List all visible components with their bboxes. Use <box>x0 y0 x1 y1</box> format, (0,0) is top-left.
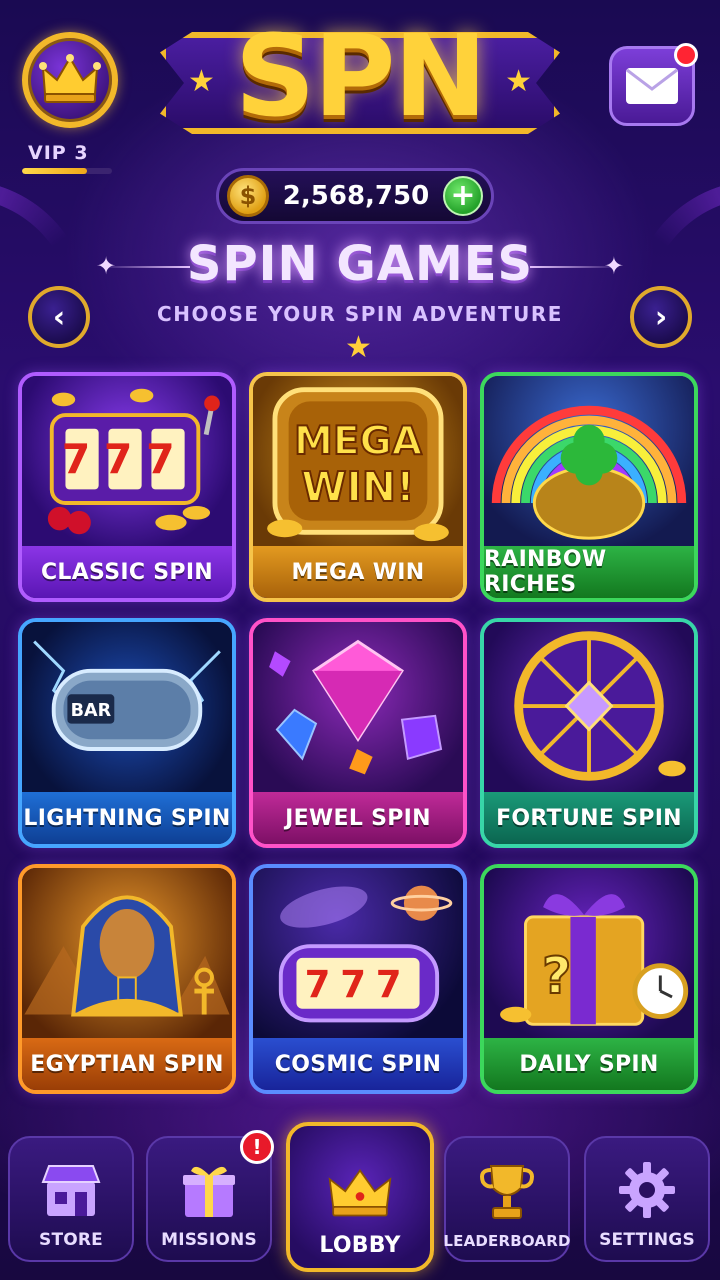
pharaoh-art <box>22 868 232 1038</box>
coin-balance: $ 2,568,750 + <box>216 168 494 224</box>
nav-leaderboard[interactable]: LEADERBOARD <box>443 1136 571 1262</box>
store-icon <box>39 1160 103 1220</box>
game-card-jewel-spin[interactable]: JEWEL SPIN <box>249 618 467 848</box>
nav-label: SETTINGS <box>599 1230 695 1250</box>
rainbow-pot-art <box>484 376 694 546</box>
prev-page-button[interactable]: ‹ <box>28 286 90 348</box>
envelope-icon <box>626 68 678 104</box>
game-card-label: RAINBOW RICHES <box>484 546 694 598</box>
jester-crown-icon[interactable] <box>22 32 118 128</box>
mail-notification-dot <box>674 43 698 67</box>
game-card-cosmic-spin[interactable]: 777 COSMIC SPIN <box>249 864 467 1094</box>
nav-label: STORE <box>39 1230 103 1250</box>
logo-text: SPN <box>234 12 487 142</box>
next-page-button[interactable]: › <box>630 286 692 348</box>
win-text: WIN! <box>301 463 415 511</box>
game-grid: 777 CLASSIC SPIN MEGA WIN! MEGA WIN RAIN… <box>18 372 698 1094</box>
game-card-label: DAILY SPIN <box>484 1038 694 1090</box>
reel-text: 777 <box>62 436 189 484</box>
game-card-label: LIGHTNING SPIN <box>22 792 232 844</box>
trophy-icon <box>475 1162 539 1222</box>
vip-progress-fill <box>22 168 87 174</box>
nav-settings[interactable]: SETTINGS <box>584 1136 710 1262</box>
game-card-mega-win[interactable]: MEGA WIN! MEGA WIN <box>249 372 467 602</box>
vip-progress-bar <box>22 168 112 174</box>
coin-amount: 2,568,750 <box>282 181 430 211</box>
nav-lobby[interactable]: LOBBY <box>286 1122 434 1272</box>
gear-icon <box>615 1160 679 1220</box>
game-card-fortune-spin[interactable]: FORTUNE SPIN <box>480 618 698 848</box>
missions-alert-badge: ! <box>240 1130 274 1164</box>
mega-win-art: MEGA WIN! <box>253 376 463 546</box>
nav-label: LEADERBOARD <box>443 1232 571 1250</box>
game-card-egyptian-spin[interactable]: EGYPTIAN SPIN <box>18 864 236 1094</box>
game-card-label: MEGA WIN <box>253 546 463 598</box>
game-card-label: JEWEL SPIN <box>253 792 463 844</box>
cosmic-reel-art: 777 <box>253 868 463 1038</box>
coin-icon: $ <box>227 175 269 217</box>
nav-store[interactable]: STORE <box>8 1136 134 1262</box>
game-card-label: FORTUNE SPIN <box>484 792 694 844</box>
slot-machine-art: 777 <box>22 376 232 546</box>
question-mark: ? <box>542 946 571 1005</box>
game-card-classic-spin[interactable]: 777 CLASSIC SPIN <box>18 372 236 602</box>
game-card-daily-spin[interactable]: ? DAILY SPIN <box>480 864 698 1094</box>
section-title: SPIN GAMES <box>186 236 534 292</box>
nav-label: MISSIONS <box>161 1230 257 1250</box>
reel-text: 777 <box>305 963 412 1006</box>
game-card-label: EGYPTIAN SPIN <box>22 1038 232 1090</box>
mega-text: MEGA <box>294 419 423 464</box>
game-card-label: COSMIC SPIN <box>253 1038 463 1090</box>
vip-level-label: VIP 3 <box>28 142 89 164</box>
mail-button[interactable] <box>609 43 698 126</box>
nav-label: LOBBY <box>319 1233 401 1258</box>
game-card-label: CLASSIC SPIN <box>22 546 232 598</box>
vip-status[interactable]: VIP 3 <box>22 32 120 174</box>
reel-text: BAR <box>71 701 112 721</box>
bottom-navigation: STORE MISSIONS ! LOBBY LEADERBOARD SETTI… <box>0 1122 720 1280</box>
star-icon: ★ <box>345 330 372 365</box>
jewel-art <box>253 622 463 792</box>
section-subtitle: CHOOSE YOUR SPIN ADVENTURE <box>157 302 563 326</box>
gift-icon <box>177 1160 241 1220</box>
fortune-wheel-art <box>484 622 694 792</box>
nav-missions[interactable]: MISSIONS ! <box>146 1130 274 1262</box>
game-card-lightning-spin[interactable]: BAR LIGHTNING SPIN <box>18 618 236 848</box>
lightning-reel-art: BAR <box>22 622 232 792</box>
app-logo: ★ ★ SPN <box>130 8 590 158</box>
mystery-gift-art: ? <box>484 868 694 1038</box>
add-coins-button[interactable]: + <box>443 176 483 216</box>
crown-icon <box>328 1163 392 1223</box>
game-card-rainbow-riches[interactable]: RAINBOW RICHES <box>480 372 698 602</box>
